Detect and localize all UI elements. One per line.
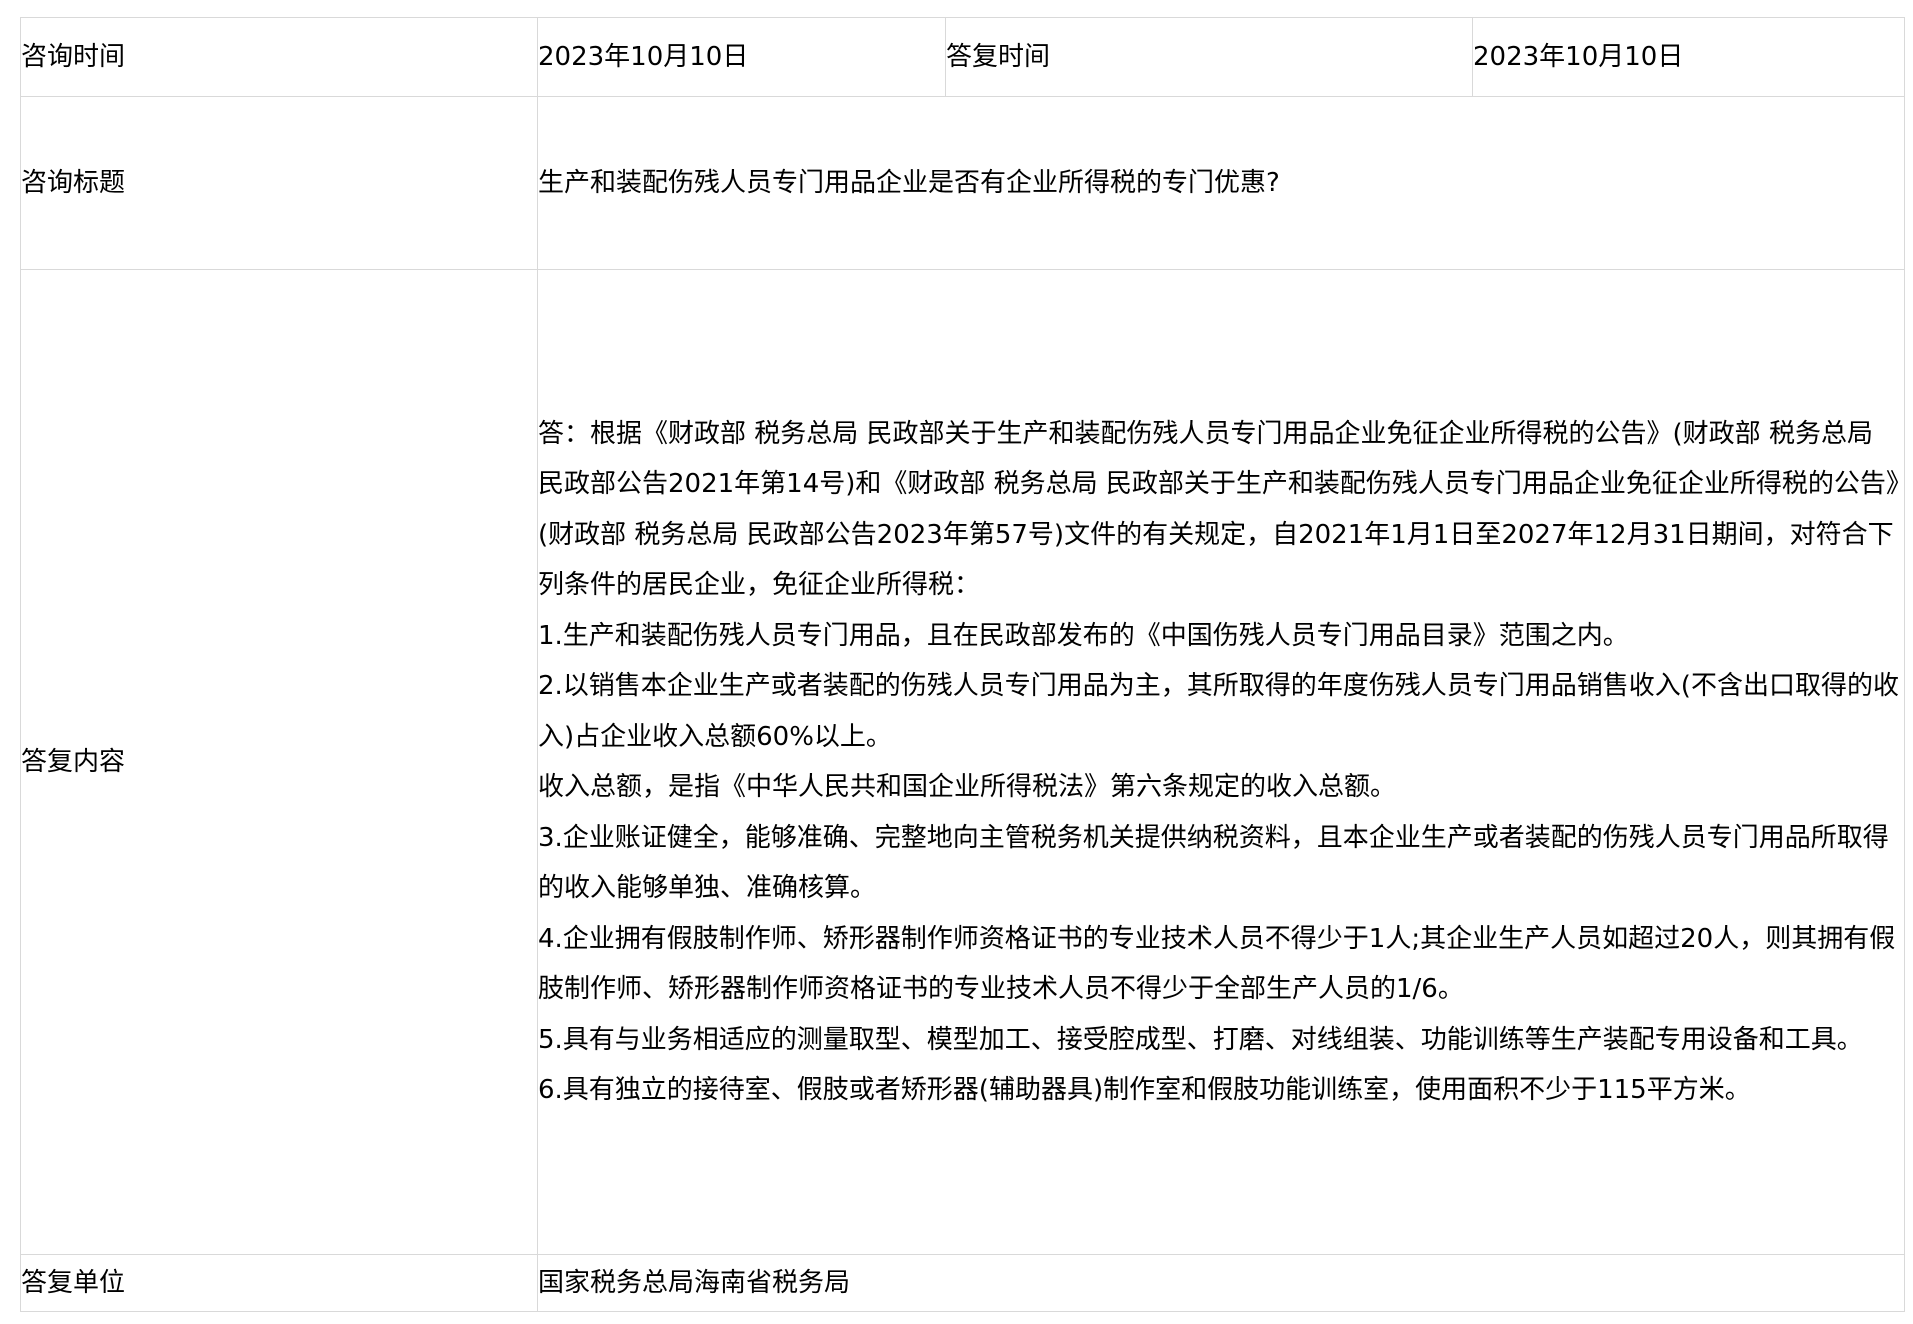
reply-paragraph: 答：根据《财政部 税务总局 民政部关于生产和装配伤残人员专门用品企业免征企业所得…: [538, 418, 1899, 601]
reply-content-cell: 答：根据《财政部 税务总局 民政部关于生产和装配伤残人员专门用品企业免征企业所得…: [537, 269, 1905, 1255]
reply-paragraph: 6.具有独立的接待室、假肢或者矫形器(辅助器具)制作室和假肢功能训练室，使用面积…: [538, 1075, 1751, 1105]
consult-time-label: 咨询时间: [20, 17, 538, 97]
reply-paragraph: 收入总额，是指《中华人民共和国企业所得税法》第六条规定的收入总额。: [538, 772, 1397, 802]
reply-content-body: 答：根据《财政部 税务总局 民政部关于生产和装配伤残人员专门用品企业免征企业所得…: [538, 409, 1904, 1116]
reply-paragraph: 3.企业账证健全，能够准确、完整地向主管税务机关提供纳税资料，且本企业生产或者装…: [538, 822, 1889, 904]
consult-title-value: 生产和装配伤残人员专门用品企业是否有企业所得税的专门优惠?: [537, 96, 1905, 270]
reply-paragraph: 1.生产和装配伤残人员专门用品，且在民政部发布的《中国伤残人员专门用品目录》范围…: [538, 620, 1629, 651]
reply-unit-value: 国家税务总局海南省税务局: [537, 1254, 1905, 1312]
reply-content-row: 答复内容 答：根据《财政部 税务总局 民政部关于生产和装配伤残人员专门用品企业免…: [20, 269, 1905, 1255]
reply-paragraph: 5.具有与业务相适应的测量取型、模型加工、接受腔成型、打磨、对线组装、功能训练等…: [538, 1024, 1863, 1055]
reply-time-label: 答复时间: [945, 17, 1473, 97]
reply-unit-row: 答复单位 国家税务总局海南省税务局: [20, 1254, 1905, 1312]
consultation-table: 咨询时间 2023年10月10日 答复时间 2023年10月10日 咨询标题 生…: [20, 17, 1905, 1312]
reply-paragraph: 4.企业拥有假肢制作师、矫形器制作师资格证书的专业技术人员不得少于1人;其企业生…: [538, 923, 1896, 1005]
consult-title-row: 咨询标题 生产和装配伤残人员专门用品企业是否有企业所得税的专门优惠?: [20, 96, 1905, 270]
reply-paragraph: 2.以销售本企业生产或者装配的伤残人员专门用品为主，其所取得的年度伤残人员专门用…: [538, 671, 1899, 752]
reply-time-value: 2023年10月10日: [1472, 17, 1905, 97]
consult-time-row: 咨询时间 2023年10月10日 答复时间 2023年10月10日: [20, 17, 1905, 97]
consult-time-value: 2023年10月10日: [537, 17, 946, 97]
reply-unit-label: 答复单位: [20, 1254, 538, 1312]
consult-title-label: 咨询标题: [20, 96, 538, 270]
reply-content-label: 答复内容: [20, 269, 538, 1255]
